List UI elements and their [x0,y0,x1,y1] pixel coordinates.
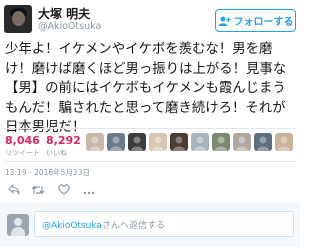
like-label: いいね [46,149,67,157]
reply-button[interactable] [7,182,21,196]
like-icon [58,180,70,199]
display-name[interactable]: 大塚 明夫 [38,5,90,22]
liker-avatar-icon[interactable] [233,133,251,151]
liker-avatar-icon[interactable] [275,133,293,151]
retweet-count: 8,046 [5,134,40,147]
like-button[interactable] [57,182,71,196]
liker-avatar-icon[interactable] [254,133,272,151]
retweet-label: リツイート [5,149,40,157]
reply-mention: @AkioOtsuka [42,221,102,231]
more-icon [83,180,95,199]
liker-avatar-icon[interactable] [170,133,188,151]
liker-avatar-icon[interactable] [107,133,125,151]
reply-input[interactable]: @AkioOtsukaさんへ返信する [34,211,294,237]
tweet-timestamp[interactable]: 13:19 - 2016年5月23日 [5,167,90,178]
user-handle[interactable]: @AkioOtsuka [38,21,101,32]
divider [5,161,295,162]
retweet-button[interactable] [31,182,45,196]
reply-area: @AkioOtsukaさんへ返信する [0,202,300,247]
follow-button[interactable]: フォローする [215,9,296,32]
tweet-text: 少年よ！イケメンやイケボを羨むな！男を磨け！磨けば磨くほど男っ振りは上がる！見事… [5,42,287,136]
reply-placeholder: さんへ返信する [101,221,165,231]
like-stat[interactable]: 8,292 いいね [46,134,81,158]
liker-avatar-icon[interactable] [212,133,230,151]
liker-avatar-icon[interactable] [128,133,146,151]
retweet-icon [31,180,45,199]
tweet-header: 大塚 明夫 @AkioOtsuka フォローする [0,0,300,36]
user-avatar[interactable] [4,5,32,33]
add-user-icon [218,16,231,26]
current-user-avatar [7,214,29,236]
divider [5,128,295,129]
tweet-actions [5,182,295,196]
liker-avatar-icon[interactable] [191,133,209,151]
follow-label: フォローする [233,17,294,28]
liker-avatar-icon[interactable] [86,133,104,151]
more-button[interactable] [82,182,96,196]
like-count: 8,292 [46,134,81,147]
retweet-stat[interactable]: 8,046 リツイート [5,134,40,158]
reply-icon [8,180,20,199]
liker-avatar-icon[interactable] [149,133,167,151]
